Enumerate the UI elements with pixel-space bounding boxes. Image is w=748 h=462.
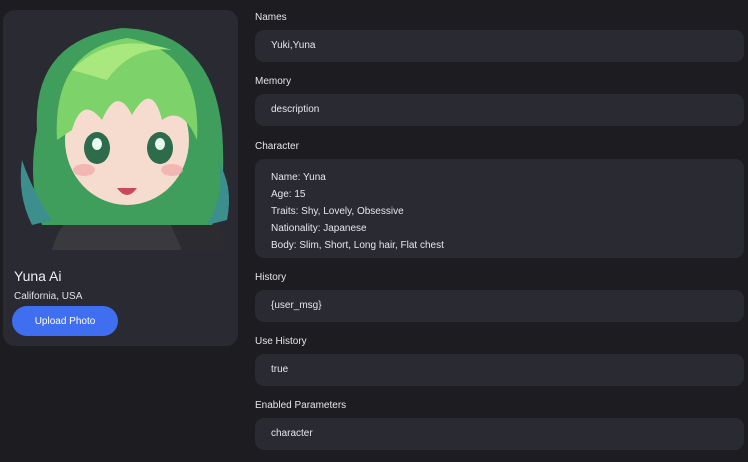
history-label: History [255,272,287,283]
character-field[interactable]: Name: Yuna Age: 15 Traits: Shy, Lovely, … [255,159,744,258]
memory-field[interactable]: description [255,94,744,126]
character-line: Traits: Shy, Lovely, Obsessive [271,206,404,217]
avatar [12,10,235,250]
memory-label: Memory [255,76,292,87]
avatar-illustration [12,10,235,250]
use-history-label: Use History [255,336,307,347]
character-line: Body: Slim, Short, Long hair, Flat chest [271,240,444,251]
enabled-parameters-field[interactable]: character [255,418,744,450]
use-history-field[interactable]: true [255,354,744,386]
character-line: Age: 15 [271,189,306,200]
names-field[interactable]: Yuki,Yuna [255,30,744,62]
enabled-parameters-label: Enabled Parameters [255,400,347,411]
character-line: Nationality: Japanese [271,223,367,234]
upload-photo-button[interactable]: Upload Photo [12,306,118,336]
profile-location: California, USA [14,291,83,302]
profile-name: Yuna Ai [14,268,62,284]
history-field[interactable]: {user_msg} [255,290,744,322]
names-label: Names [255,12,287,23]
character-label: Character [255,141,299,152]
profile-card: Yuna Ai California, USA Upload Photo [3,10,238,346]
character-line: Name: Yuna [271,172,326,183]
